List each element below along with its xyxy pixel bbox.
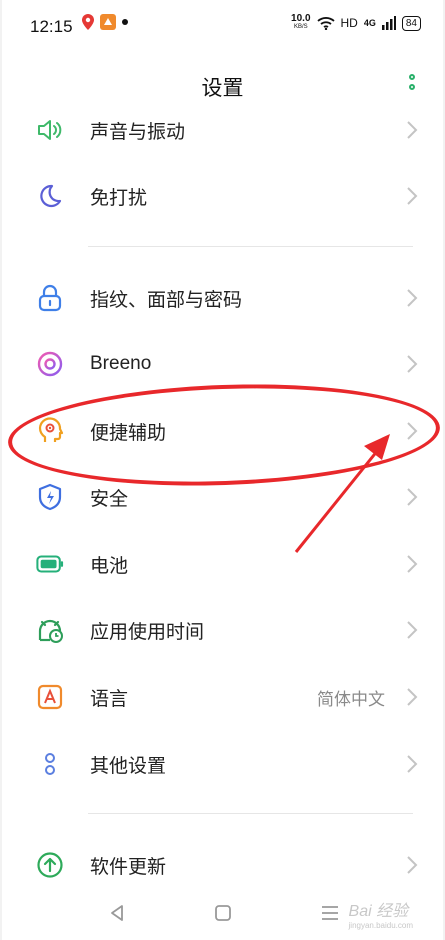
more-settings-icon — [36, 750, 64, 778]
battery-indicator: 84 — [401, 15, 421, 31]
settings-item-other[interactable]: 其他设置 — [2, 731, 443, 797]
settings-item-label: 指纹、面部与密码 — [90, 289, 243, 311]
settings-item-label: 免打扰 — [90, 187, 148, 209]
chevron-right-icon — [407, 856, 418, 874]
settings-screen: 12:15 10.0 KB/S HD 4G 84 设置 声音与振动 免打扰 指纹… — [2, 0, 443, 940]
settings-item-label: 声音与振动 — [90, 121, 186, 143]
wifi-icon — [316, 17, 335, 30]
status-time: 12:15 — [30, 17, 73, 36]
chevron-right-icon — [407, 121, 418, 139]
chevron-right-icon — [407, 187, 418, 205]
settings-item-dnd[interactable]: 免打扰 — [2, 163, 443, 229]
moon-icon — [36, 182, 64, 210]
battery-icon — [36, 550, 64, 578]
home-icon[interactable] — [214, 904, 232, 922]
chevron-right-icon — [407, 355, 418, 373]
section-divider — [88, 246, 413, 247]
settings-item-label: 语言 — [90, 688, 129, 710]
settings-item-label: 软件更新 — [90, 856, 167, 878]
location-pin-icon — [82, 14, 94, 30]
app-time-icon — [36, 616, 64, 644]
section-divider — [88, 813, 413, 814]
net-speed: 10.0 KB/S — [291, 13, 311, 31]
chevron-right-icon — [407, 488, 418, 506]
app-notification-icon — [100, 14, 116, 30]
network-label: 4G — [363, 18, 376, 28]
lock-icon — [36, 284, 64, 312]
more-options-icon[interactable] — [409, 74, 417, 94]
settings-item-label: 电池 — [90, 555, 129, 577]
annotation-arrow-icon — [294, 434, 390, 553]
back-icon[interactable] — [108, 904, 126, 922]
settings-item-language[interactable]: 语言 简体中文 — [2, 664, 443, 730]
chevron-right-icon — [407, 555, 418, 573]
baidu-watermark: Bai 经验 jingyan.baidu.com — [348, 903, 413, 930]
chevron-right-icon — [407, 688, 418, 706]
settings-item-label: 应用使用时间 — [90, 621, 205, 643]
hd-label: HD — [340, 16, 358, 30]
status-notification-icons — [82, 14, 128, 30]
settings-item-app-usage[interactable]: 应用使用时间 — [2, 597, 443, 663]
signal-icon — [381, 16, 396, 30]
language-value: 简体中文 — [317, 689, 385, 709]
status-right-icons: 10.0 KB/S HD 4G 84 — [291, 14, 421, 32]
settings-item-fingerprint[interactable]: 指纹、面部与密码 — [2, 265, 443, 331]
settings-item-sound[interactable]: 声音与振动 — [2, 97, 443, 163]
recents-icon[interactable] — [320, 904, 340, 922]
status-bar: 12:15 10.0 KB/S HD 4G 84 — [2, 0, 443, 54]
settings-item-label: 其他设置 — [90, 755, 167, 777]
update-arrow-icon — [36, 851, 64, 879]
language-icon — [36, 683, 64, 711]
chevron-right-icon — [407, 621, 418, 639]
settings-item-label: Breeno — [90, 353, 152, 374]
chevron-right-icon — [407, 289, 418, 307]
breeno-ring-icon — [36, 350, 64, 378]
settings-item-label: 安全 — [90, 488, 129, 510]
speaker-icon — [36, 116, 64, 144]
chevron-right-icon — [407, 755, 418, 773]
dot-icon — [122, 19, 128, 25]
shield-bolt-icon — [36, 483, 64, 511]
